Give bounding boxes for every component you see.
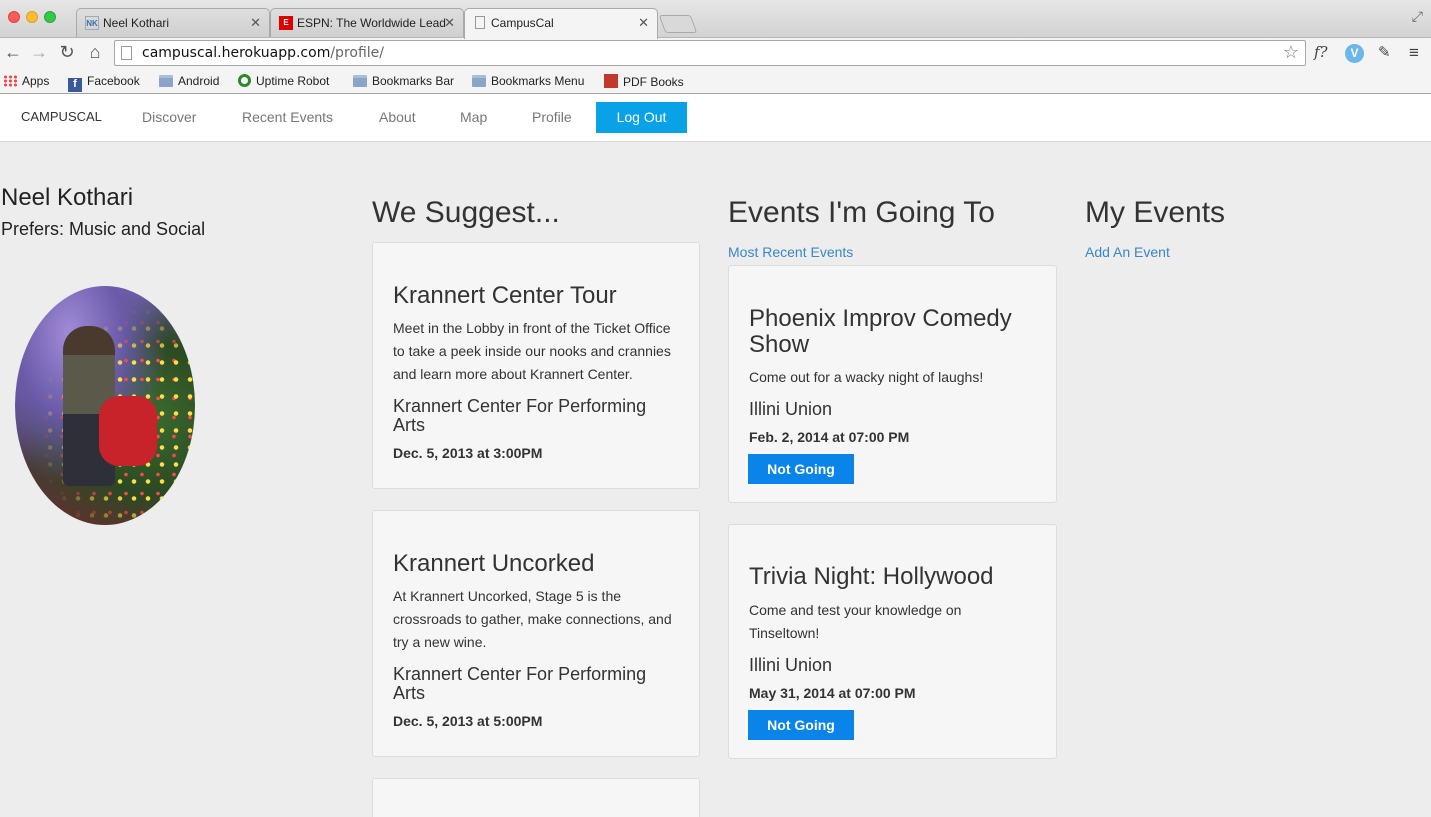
brand-logo[interactable]: CAMPUSCAL — [21, 109, 102, 124]
bookmark-uptime-robot[interactable]: Uptime Robot — [238, 74, 329, 88]
fullscreen-icon[interactable]: ⤢ — [1412, 8, 1423, 25]
back-icon[interactable]: ← — [2, 42, 24, 63]
v-extension-icon[interactable]: V — [1345, 44, 1364, 63]
tab-bar: NK Neel Kothari ✕ E ESPN: The Worldwide … — [0, 0, 1431, 39]
profile-name: Neel Kothari — [1, 184, 134, 211]
event-description: At Krannert Uncorked, Stage 5 is the cro… — [393, 588, 672, 650]
avatar — [15, 286, 195, 525]
new-tab-button[interactable] — [658, 15, 698, 33]
browser-tab-neel[interactable]: NK Neel Kothari ✕ — [76, 8, 270, 38]
uptime-robot-icon — [238, 74, 251, 87]
event-datetime: Dec. 5, 2013 at 3:00PM — [393, 445, 543, 461]
event-title[interactable]: Krannert Center Tour — [393, 283, 617, 309]
home-icon[interactable]: ⌂ — [84, 42, 106, 63]
suggest-heading: We Suggest... — [372, 196, 560, 229]
most-recent-events-link[interactable]: Most Recent Events — [728, 244, 853, 260]
nav-link-discover[interactable]: Discover — [142, 109, 196, 125]
event-description: Come out for a wacky night of laughs! — [749, 369, 984, 385]
suggested-event-card[interactable]: Krannert Uncorked At Krannert Uncorked, … — [372, 510, 700, 757]
event-venue: Krannert Center For Performing Arts — [393, 396, 647, 435]
page-favicon-icon — [475, 16, 485, 29]
forward-icon[interactable]: → — [28, 42, 50, 63]
going-event-card[interactable]: Trivia Night: Hollywood Come and test yo… — [728, 524, 1057, 759]
event-title[interactable]: Trivia Night: Hollywood — [749, 564, 994, 590]
going-event-card[interactable]: Phoenix Improv Comedy Show Come out for … — [728, 265, 1057, 503]
nav-link-recent-events[interactable]: Recent Events — [242, 109, 333, 125]
logout-button[interactable]: Log Out — [596, 102, 687, 133]
avatar-photo-child — [99, 396, 157, 466]
my-events-heading: My Events — [1085, 196, 1226, 229]
bookmark-bookmarks-bar[interactable]: Bookmarks Bar — [353, 74, 454, 88]
nav-link-map[interactable]: Map — [460, 109, 487, 125]
f-extension-icon[interactable]: f? — [1314, 43, 1328, 61]
event-datetime: May 31, 2014 at 07:00 PM — [749, 685, 916, 701]
pdf-icon — [604, 74, 618, 88]
folder-icon — [353, 75, 367, 87]
folder-icon — [472, 75, 486, 87]
zoom-window-button[interactable] — [44, 11, 56, 23]
suggested-event-card[interactable]: Krannert Center Tour Meet in the Lobby i… — [372, 242, 700, 489]
bookmark-pdf-books[interactable]: PDF Books — [604, 74, 684, 89]
event-title[interactable]: Krannert Uncorked — [393, 551, 594, 577]
bookmark-apps[interactable]: Apps — [3, 74, 49, 88]
tab-close-icon[interactable]: ✕ — [638, 15, 649, 31]
not-going-button[interactable]: Not Going — [748, 710, 854, 740]
suggested-event-card[interactable] — [372, 778, 700, 817]
browser-chrome: NK Neel Kothari ✕ E ESPN: The Worldwide … — [0, 0, 1431, 94]
facebook-icon: f — [68, 78, 82, 92]
nav-link-about[interactable]: About — [379, 109, 416, 125]
event-venue: Illini Union — [749, 399, 833, 419]
add-event-link[interactable]: Add An Event — [1085, 244, 1170, 260]
page-icon — [121, 46, 132, 60]
site-navbar: CAMPUSCAL Discover Recent Events About M… — [0, 94, 1431, 142]
event-datetime: Feb. 2, 2014 at 07:00 PM — [749, 429, 910, 445]
browser-tab-campuscal[interactable]: CampusCal ✕ — [464, 8, 658, 39]
eyedropper-icon[interactable]: ✎ — [1378, 43, 1391, 61]
event-description: Come and test your knowledge on Tinselto… — [749, 602, 962, 641]
nav-link-profile[interactable]: Profile — [532, 109, 572, 125]
tab-title: Neel Kothari — [103, 16, 170, 30]
going-heading: Events I'm Going To — [728, 196, 995, 229]
tab-title: CampusCal — [491, 16, 554, 30]
bookmark-android[interactable]: Android — [159, 74, 219, 88]
bookmark-bookmarks-menu[interactable]: Bookmarks Menu — [472, 74, 584, 88]
address-bar[interactable]: campuscal.herokuapp.com/profile/ ☆ — [114, 40, 1306, 66]
bookmarks-bar: Apps f Facebook Android Uptime Robot Book… — [0, 69, 1431, 94]
minimize-window-button[interactable] — [26, 11, 38, 23]
close-window-button[interactable] — [8, 11, 20, 23]
apps-grid-icon — [3, 75, 17, 87]
tab-title: ESPN: The Worldwide Lead — [297, 16, 446, 30]
espn-favicon-icon: E — [279, 16, 293, 30]
event-venue: Illini Union — [749, 655, 833, 675]
folder-icon — [159, 75, 173, 87]
tab-close-icon[interactable]: ✕ — [250, 15, 261, 31]
event-title[interactable]: Phoenix Improv Comedy Show — [749, 306, 1012, 358]
menu-icon[interactable]: ≡ — [1409, 43, 1419, 63]
event-venue: Krannert Center For Performing Arts — [393, 664, 647, 703]
tab-close-icon[interactable]: ✕ — [444, 15, 455, 31]
not-going-button[interactable]: Not Going — [748, 454, 854, 484]
bookmark-star-icon[interactable]: ☆ — [1283, 42, 1299, 63]
reload-icon[interactable]: ↻ — [56, 42, 78, 63]
url-text[interactable]: campuscal.herokuapp.com/profile/ — [142, 45, 384, 61]
browser-tab-espn[interactable]: E ESPN: The Worldwide Lead ✕ — [270, 8, 464, 38]
profile-preferences: Prefers: Music and Social — [1, 219, 206, 239]
event-description: Meet in the Lobby in front of the Ticket… — [393, 320, 671, 382]
bookmark-facebook[interactable]: f Facebook — [68, 74, 140, 92]
browser-toolbar: ← → ↻ ⌂ campuscal.herokuapp.com/profile/… — [0, 37, 1431, 69]
nk-favicon-icon: NK — [85, 16, 99, 30]
event-datetime: Dec. 5, 2013 at 5:00PM — [393, 713, 543, 729]
